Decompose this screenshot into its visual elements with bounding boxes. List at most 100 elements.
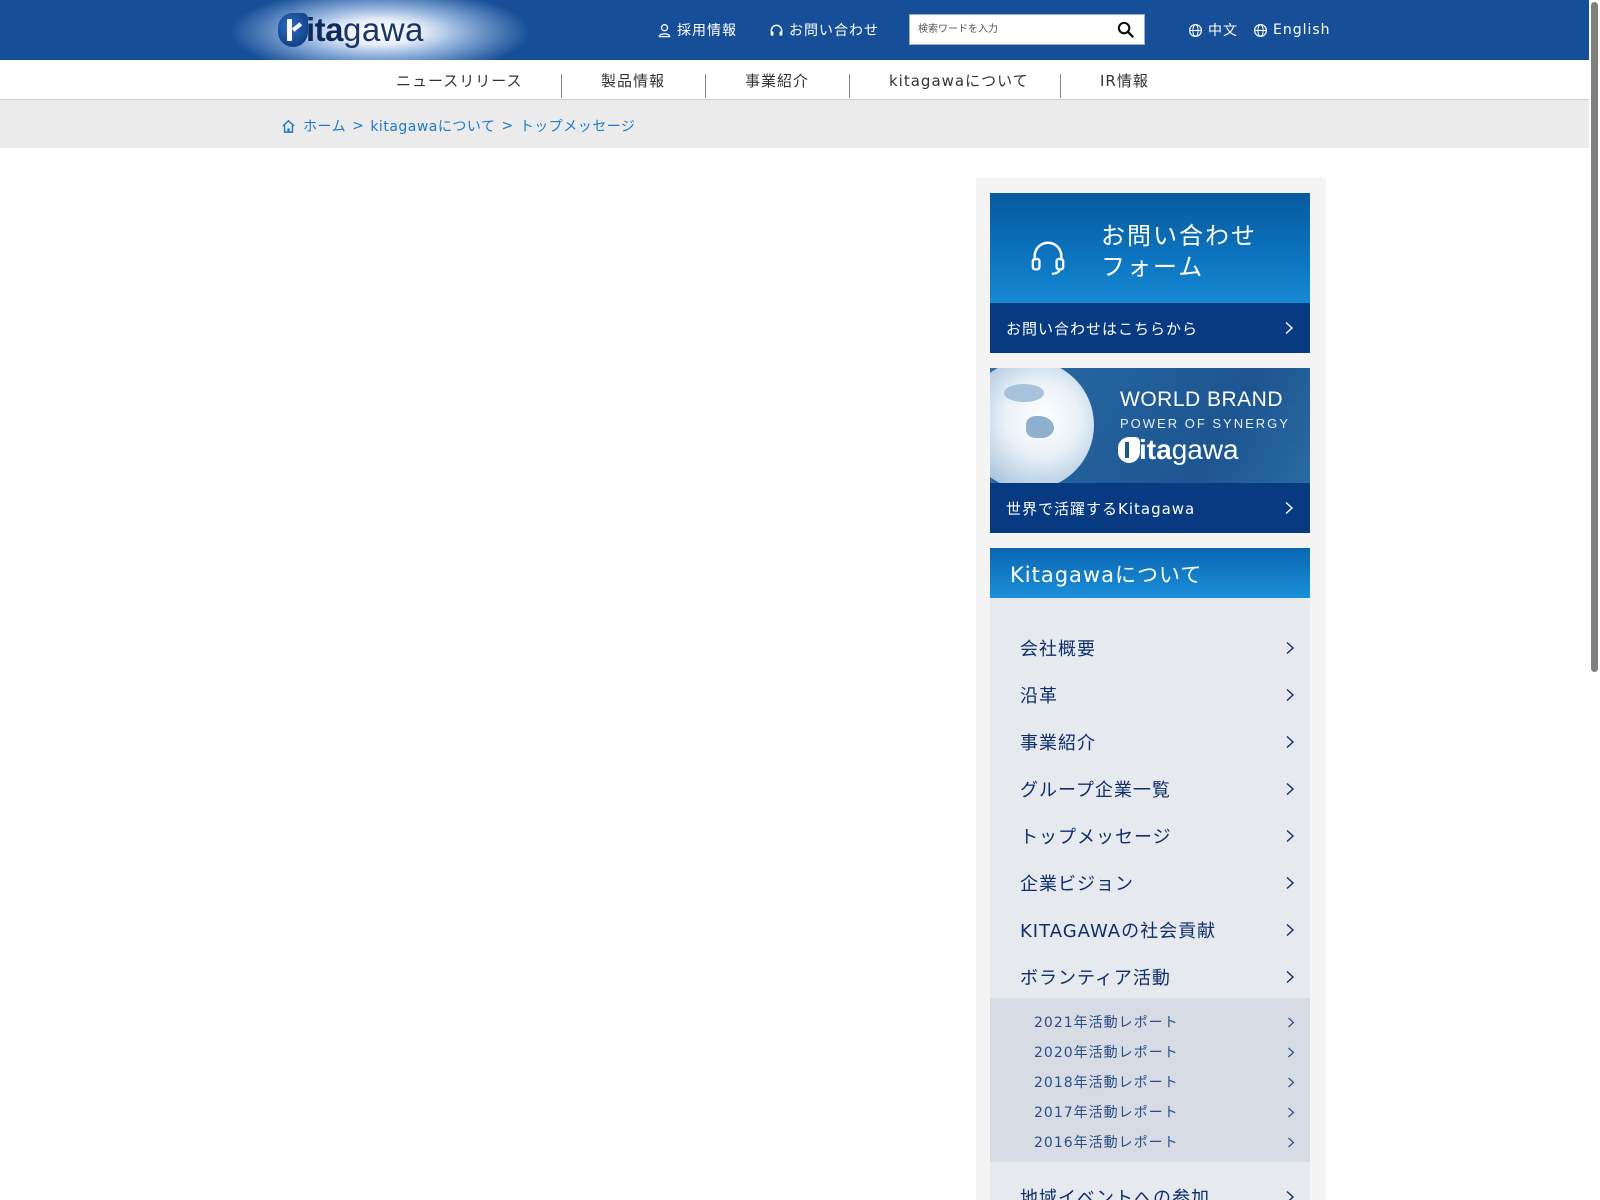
menu-item-group-companies[interactable]: グループ企業一覧 [1020, 776, 1295, 802]
brand-line1: WORLD BRAND [1120, 388, 1284, 411]
brand-logo-k-mark [1118, 437, 1140, 463]
chevron-right-icon [1285, 321, 1294, 335]
search-input[interactable] [910, 15, 1110, 44]
about-menu: 会社概要 沿革 事業紹介 グループ企業一覧 トップメッセージ 企業ビジョン KI… [990, 598, 1310, 1200]
menu-item-history[interactable]: 沿革 [1020, 682, 1295, 708]
home-icon[interactable] [281, 119, 296, 134]
chevron-right-icon [1286, 923, 1295, 937]
world-brand-image: WORLD BRAND POWER OF SYNERGY itagawa [990, 368, 1310, 483]
chinese-language-label: 中文 [1208, 23, 1238, 39]
contact-form-banner[interactable]: お問い合わせ フォーム お問い合わせはこちらから [990, 193, 1310, 353]
menu-item-company-profile[interactable]: 会社概要 [1020, 635, 1295, 661]
chevron-right-icon [1286, 1190, 1295, 1200]
logo-text-ita: ita [306, 11, 344, 48]
chevron-right-icon [1286, 688, 1295, 702]
english-language-link[interactable]: English [1253, 20, 1331, 40]
submenu-item-2017-report[interactable]: 2017年活動レポート [1034, 1102, 1295, 1122]
contact-banner-link-label: お問い合わせはこちらから [1006, 319, 1199, 338]
english-language-label: English [1273, 22, 1331, 38]
brand-logo: itagawa [1118, 434, 1239, 466]
breadcrumb-bar: ホーム > kitagawaについて > トップメッセージ [0, 100, 1600, 148]
globe-icon [1253, 23, 1268, 37]
person-icon [658, 23, 671, 37]
nav-about[interactable]: kitagawaについて [889, 70, 1029, 91]
logo-k-mark [278, 13, 308, 47]
submenu-item-label: 2018年活動レポート [1034, 1075, 1179, 1091]
menu-item-business[interactable]: 事業紹介 [1020, 729, 1295, 755]
nav-divider [1060, 74, 1061, 98]
nav-products[interactable]: 製品情報 [601, 70, 665, 91]
search-box [909, 14, 1145, 45]
nav-divider [849, 74, 850, 98]
logo-text-gawa: gawa [343, 11, 424, 48]
breadcrumb-current: トップメッセージ [519, 119, 636, 135]
careers-link[interactable]: 採用情報 [657, 20, 737, 40]
contact-banner-title: お問い合わせ フォーム [1101, 221, 1257, 283]
breadcrumb-home[interactable]: ホーム [303, 116, 346, 136]
chevron-right-icon [1288, 1077, 1295, 1087]
headset-icon [1031, 241, 1065, 275]
chevron-right-icon [1286, 876, 1295, 890]
volunteer-submenu: 2021年活動レポート 2020年活動レポート 2018年活動レポート 2017… [990, 998, 1310, 1162]
globe-icon [1188, 23, 1203, 37]
site-logo[interactable]: ita gawa [278, 8, 424, 52]
chevron-right-icon [1286, 782, 1295, 796]
nav-business[interactable]: 事業紹介 [745, 70, 809, 91]
chevron-right-icon [1288, 1047, 1295, 1057]
menu-item-label: 沿革 [1020, 686, 1058, 707]
contact-title-line2: フォーム [1101, 253, 1205, 281]
breadcrumb-about[interactable]: kitagawaについて [370, 116, 495, 136]
brand-logo-gawa: gawa [1171, 434, 1239, 465]
world-brand-banner[interactable]: WORLD BRAND POWER OF SYNERGY itagawa 世界で… [990, 368, 1310, 533]
contact-link-label: お問い合わせ [789, 23, 879, 39]
menu-item-local-events[interactable]: 地域イベントへの参加 [1020, 1184, 1295, 1200]
chevron-right-icon [1285, 501, 1294, 515]
nav-divider [561, 74, 562, 98]
chevron-right-icon [1286, 829, 1295, 843]
brand-line2: POWER OF SYNERGY [1120, 416, 1290, 431]
submenu-item-label: 2021年活動レポート [1034, 1015, 1179, 1031]
careers-link-label: 採用情報 [677, 23, 737, 39]
chevron-right-icon [1288, 1137, 1295, 1147]
menu-item-top-message[interactable]: トップメッセージ [1020, 823, 1295, 849]
submenu-item-2018-report[interactable]: 2018年活動レポート [1034, 1072, 1295, 1092]
contact-link[interactable]: お問い合わせ [769, 20, 879, 40]
chinese-language-link[interactable]: 中文 [1188, 20, 1238, 40]
submenu-item-label: 2017年活動レポート [1034, 1105, 1179, 1121]
submenu-item-label: 2016年活動レポート [1034, 1135, 1179, 1151]
menu-item-label: グループ企業一覧 [1020, 780, 1171, 801]
submenu-item-2021-report[interactable]: 2021年活動レポート [1034, 1012, 1295, 1032]
world-brand-link-label: 世界で活躍するKitagawa [1006, 499, 1196, 518]
nav-ir[interactable]: IR情報 [1100, 70, 1149, 91]
menu-item-label: 企業ビジョン [1020, 874, 1134, 895]
search-button[interactable] [1110, 15, 1140, 44]
submenu-item-2016-report[interactable]: 2016年活動レポート [1034, 1132, 1295, 1152]
nav-news-releases[interactable]: ニュースリリース [396, 70, 523, 91]
menu-item-social-contribution[interactable]: KITAGAWAの社会貢献 [1020, 917, 1295, 943]
menu-item-vision[interactable]: 企業ビジョン [1020, 870, 1295, 896]
menu-item-label: ボランティア活動 [1020, 968, 1171, 989]
world-brand-link: 世界で活躍するKitagawa [990, 483, 1310, 533]
search-icon [1117, 21, 1134, 38]
menu-item-volunteer[interactable]: ボランティア活動 [1020, 964, 1295, 990]
nav-divider [705, 74, 706, 98]
sidebar: お問い合わせ フォーム お問い合わせはこちらから WORLD BRAND POW… [976, 178, 1326, 1200]
chevron-right-icon [1286, 641, 1295, 655]
page-scrollbar-thumb[interactable] [1591, 2, 1598, 672]
menu-item-label: トップメッセージ [1020, 827, 1172, 848]
about-section-title: Kitagawaについて [990, 548, 1310, 598]
brand-logo-ita: ita [1139, 434, 1172, 465]
globe-illustration [990, 368, 1094, 483]
submenu-item-2020-report[interactable]: 2020年活動レポート [1034, 1042, 1295, 1062]
headset-icon [770, 24, 783, 36]
submenu-item-label: 2020年活動レポート [1034, 1045, 1179, 1061]
chevron-right-icon [1286, 735, 1295, 749]
main-nav: ニュースリリース 製品情報 事業紹介 kitagawaについて IR情報 [0, 60, 1600, 100]
breadcrumb-separator: > [352, 118, 365, 134]
contact-title-line1: お問い合わせ [1101, 222, 1257, 250]
chevron-right-icon [1288, 1017, 1295, 1027]
contact-banner-link: お問い合わせはこちらから [990, 303, 1310, 353]
breadcrumb-separator: > [501, 118, 514, 134]
contact-banner-top: お問い合わせ フォーム [990, 193, 1310, 303]
menu-item-label: KITAGAWAの社会貢献 [1020, 921, 1217, 942]
